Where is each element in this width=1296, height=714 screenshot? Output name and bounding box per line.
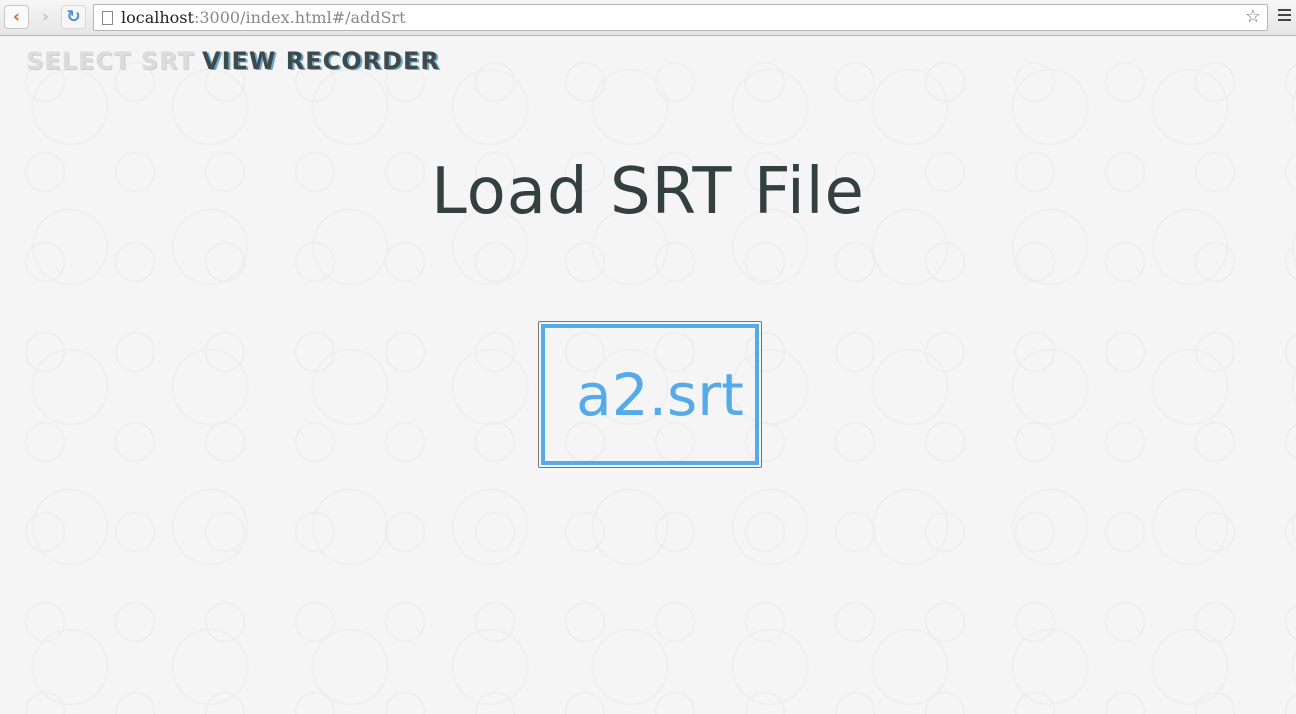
nav-select-srt[interactable]: SELECT SRT	[26, 47, 195, 75]
nav-view-recorder[interactable]: VIEW RECORDER	[202, 47, 440, 75]
chevron-left-icon: ‹	[12, 7, 20, 27]
page-icon	[102, 10, 113, 25]
file-drop-button[interactable]: a2.srt	[538, 321, 762, 468]
url-host: localhost	[121, 8, 194, 27]
back-button[interactable]: ‹	[4, 5, 29, 29]
address-bar[interactable]: localhost:3000/index.html#/addSrt ☆	[93, 4, 1268, 31]
file-name: a2.srt	[576, 360, 744, 429]
forward-button[interactable]: ›	[33, 5, 58, 29]
reload-button[interactable]: ↻	[61, 5, 86, 29]
chevron-right-icon: ›	[41, 7, 49, 27]
page-content: SELECT SRT VIEW RECORDER Load SRT File a…	[0, 37, 1296, 714]
url-path: :3000/index.html#/addSrt	[193, 8, 406, 27]
bookmark-star-icon[interactable]: ☆	[1245, 6, 1261, 27]
page-title: Load SRT File	[431, 155, 865, 229]
reload-icon: ↻	[66, 7, 81, 27]
menu-icon[interactable]	[1278, 9, 1291, 24]
browser-toolbar: ‹ › ↻ localhost:3000/index.html#/addSrt …	[0, 0, 1296, 36]
